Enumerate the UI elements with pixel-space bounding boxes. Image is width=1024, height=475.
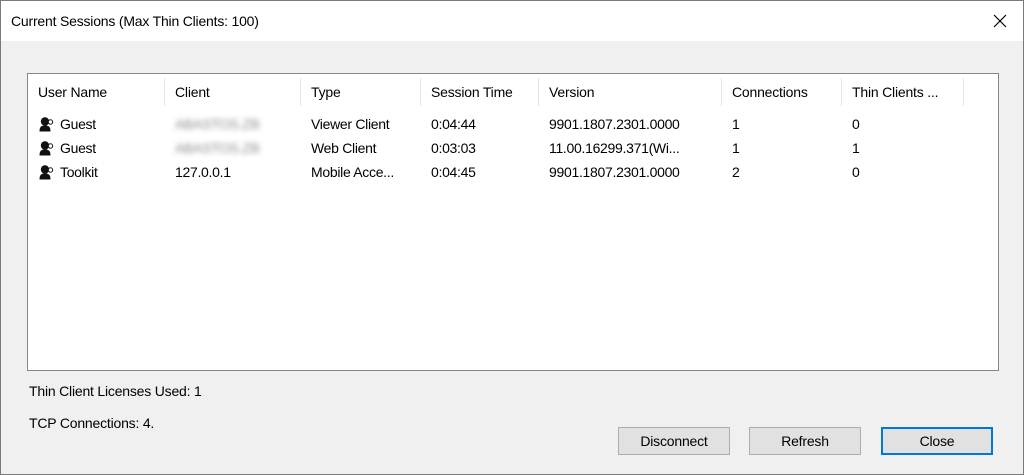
column-header-version[interactable]: Version	[539, 74, 722, 110]
cell-user-name: Guest	[28, 114, 165, 134]
title-bar: Current Sessions (Max Thin Clients: 100)	[1, 1, 1023, 41]
cell-thin-clients: 0	[852, 164, 860, 180]
column-header-user-name[interactable]: User Name	[28, 74, 165, 110]
user-icon	[39, 117, 54, 132]
column-header-thin-clients[interactable]: Thin Clients ...	[842, 74, 964, 110]
column-header-connections[interactable]: Connections	[722, 74, 842, 110]
close-icon	[993, 14, 1007, 28]
cell-client: ABASTOS.ZB	[165, 114, 301, 134]
cell-type: Web Client	[311, 140, 377, 156]
column-header-session-time[interactable]: Session Time	[421, 74, 539, 110]
tcp-connections-label: TCP Connections: 4.	[29, 415, 155, 431]
cell-client: ABASTOS.ZB	[165, 138, 301, 158]
user-icon	[39, 141, 54, 156]
cell-thin-clients: 0	[852, 116, 860, 132]
cell-connections: 1	[732, 140, 740, 156]
licenses-used-label: Thin Client Licenses Used: 1	[29, 383, 202, 399]
refresh-button[interactable]: Refresh	[749, 427, 861, 455]
cell-type: Viewer Client	[311, 116, 390, 132]
column-header-client[interactable]: Client	[165, 74, 301, 110]
cell-session-time: 0:03:03	[431, 140, 476, 156]
list-header: User Name Client Type Session Time Versi…	[28, 74, 998, 110]
user-name-text: Toolkit	[60, 164, 98, 180]
client-text-obscured: ABASTOS.ZB	[175, 116, 260, 132]
client-text-obscured: ABASTOS.ZB	[175, 140, 260, 156]
current-sessions-dialog: Current Sessions (Max Thin Clients: 100)…	[0, 0, 1024, 475]
cell-client: 127.0.0.1	[175, 164, 231, 180]
user-name-text: Guest	[60, 140, 96, 156]
column-header-type[interactable]: Type	[301, 74, 421, 110]
cell-user-name: Toolkit	[28, 162, 165, 182]
window-close-button[interactable]	[977, 1, 1023, 41]
cell-session-time: 0:04:45	[431, 164, 476, 180]
cell-version: 9901.1807.2301.0000	[549, 164, 680, 180]
cell-type: Mobile Acce...	[311, 164, 394, 180]
cell-connections: 2	[732, 164, 740, 180]
user-icon	[39, 165, 54, 180]
sessions-list[interactable]: User Name Client Type Session Time Versi…	[27, 73, 999, 371]
table-row[interactable]: Toolkit 127.0.0.1 Mobile Acce... 0:04:45…	[28, 162, 998, 182]
cell-session-time: 0:04:44	[431, 116, 476, 132]
user-name-text: Guest	[60, 116, 96, 132]
disconnect-button[interactable]: Disconnect	[618, 427, 730, 455]
cell-thin-clients: 1	[852, 140, 860, 156]
table-row[interactable]: Guest ABASTOS.ZB Viewer Client 0:04:44 9…	[28, 114, 998, 134]
cell-user-name: Guest	[28, 138, 165, 158]
cell-connections: 1	[732, 116, 740, 132]
cell-version: 11.00.16299.371(Wi...	[549, 140, 680, 156]
cell-version: 9901.1807.2301.0000	[549, 116, 680, 132]
close-button[interactable]: Close	[881, 427, 993, 455]
table-row[interactable]: Guest ABASTOS.ZB Web Client 0:03:03 11.0…	[28, 138, 998, 158]
window-title: Current Sessions (Max Thin Clients: 100)	[11, 13, 259, 29]
